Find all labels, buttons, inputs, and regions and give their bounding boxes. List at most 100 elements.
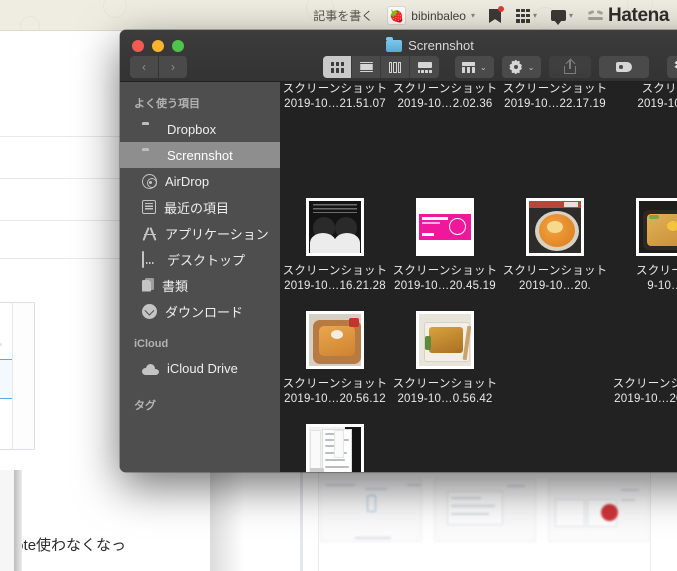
file-name-line2: 2019-10…20.56.12	[284, 393, 386, 405]
sidebar-item-airdrop[interactable]: AirDrop	[120, 168, 280, 194]
view-mode-segmented-control[interactable]	[323, 56, 439, 78]
apps-button[interactable]: ▾	[516, 8, 538, 23]
file-name-line1: スクリーンショット	[612, 378, 677, 390]
grid-icon	[330, 61, 344, 73]
desktop-icon	[142, 250, 159, 268]
chevron-down-icon: ▾	[533, 11, 538, 20]
sidebar-item-desktop[interactable]: デスクトップ	[120, 246, 280, 272]
grid-icon	[516, 8, 530, 23]
group-by-button[interactable]: ⌄	[455, 56, 494, 78]
action-menu-button[interactable]: ⌄	[501, 56, 542, 78]
file-item[interactable]: スクリーンショット 2019-10…20.56.12	[280, 308, 390, 421]
background-screenshot-card	[0, 302, 35, 450]
file-item[interactable]: スクリーンショット 2019-10…21.51.07	[280, 82, 390, 195]
file-name-line1: スクリーンショット	[282, 83, 388, 95]
file-item[interactable]: スクリーンショット 2019-10…20.	[500, 195, 610, 308]
sidebar-item-label: ダウンロード	[165, 304, 244, 320]
sidebar-item-applications[interactable]: アプリケーション	[120, 220, 280, 246]
file-grid-area[interactable]: スクリーンショット 2019-10…21.51.07 スクリーンショット 201…	[280, 82, 677, 472]
list-view-button[interactable]	[352, 56, 381, 78]
sidebar-item-dropbox[interactable]: Dropbox	[120, 116, 280, 142]
file-item[interactable]: スクリー 2019-10…	[610, 82, 677, 195]
file-name-line1: スクリーンショット	[282, 265, 388, 277]
share-button[interactable]	[549, 56, 592, 78]
column-view-button[interactable]	[381, 56, 410, 78]
sidebar-section-header-tags: タグ	[134, 400, 156, 412]
sidebar-item-label: AirDrop	[165, 173, 210, 189]
chat-icon	[551, 10, 567, 25]
finder-sidebar[interactable]: よく使う項目 Dropbox Scrennshot AirDrop 最近の項目 …	[120, 82, 280, 472]
sidebar-section-header-icloud: iCloud	[134, 338, 169, 350]
forward-button[interactable]: ›	[159, 56, 187, 78]
file-name-line2: 9-10…	[647, 280, 677, 292]
column-icon	[388, 61, 402, 73]
file-name-line2: 2019-10…16.21.28	[284, 280, 386, 292]
file-name-line1: スクリーンショット	[392, 378, 498, 390]
background-thumbnail-strip	[320, 478, 650, 542]
background-thumbnail	[320, 478, 422, 542]
file-item[interactable]: スクリーン 9-10…	[610, 195, 677, 308]
file-name-line2: 2019-10…20.45.19	[394, 280, 496, 292]
file-item-dragging[interactable]: スクリーンショット 2019-10…20.57.52	[610, 308, 677, 421]
notifications-button[interactable]: ▾	[551, 10, 574, 25]
gallery-icon	[417, 61, 432, 73]
sidebar-item-label: 最近の項目	[164, 200, 230, 216]
gallery-view-button[interactable]	[410, 56, 439, 78]
page-column-divider-2	[318, 470, 319, 571]
hatena-mark-icon	[587, 9, 604, 22]
sidebar-item-label: アプリケーション	[165, 226, 269, 242]
sidebar-item-label: 書類	[162, 278, 189, 294]
user-menu[interactable]: 🍓 bibinbaleo ▾	[387, 6, 475, 25]
file-name-line2: 2019-10…21.51.07	[284, 98, 386, 110]
sidebar-item-scrennshot[interactable]: Scrennshot	[120, 142, 280, 168]
back-button[interactable]: ‹	[130, 56, 158, 78]
hatena-logo[interactable]: Hatena	[587, 5, 669, 27]
bookmark-button[interactable]	[489, 6, 504, 23]
user-name: bibinbaleo	[411, 8, 466, 23]
file-item[interactable]: スクリーンショット 2019-10…20.45.19	[390, 195, 500, 308]
tag-button[interactable]	[599, 56, 650, 78]
file-item[interactable]: スクリーンショット 2019-10…16.21.28	[280, 195, 390, 308]
file-thumbnail	[306, 311, 364, 369]
share-icon	[564, 60, 577, 74]
finder-titlebar[interactable]: Scrennshot ‹ › ⌄ ⌄	[120, 30, 677, 82]
chevron-down-icon: ⌄	[480, 62, 487, 72]
sidebar-item-label: Dropbox	[167, 121, 217, 137]
file-thumbnail	[306, 198, 364, 256]
chevron-down-icon: ▾	[470, 11, 475, 20]
sidebar-item-label: Scrennshot	[167, 147, 233, 163]
file-item[interactable]: スクリーンショット 2019-10…2.02.36	[390, 82, 500, 195]
finder-toolbar[interactable]: ‹ › ⌄ ⌄	[120, 52, 677, 82]
finder-window[interactable]: Scrennshot ‹ › ⌄ ⌄ よく使う項目 Dropbox Screnn…	[120, 30, 677, 472]
downloads-icon	[142, 303, 157, 319]
file-name-line2: 2019-10…0.56.42	[397, 393, 493, 405]
sidebar-item-icloud-drive[interactable]: iCloud Drive	[120, 355, 280, 381]
chevron-down-icon: ▾	[569, 11, 574, 20]
hatena-wordmark: Hatena	[608, 4, 669, 26]
file-item[interactable]	[500, 308, 610, 421]
sidebar-item-recents[interactable]: 最近の項目	[120, 194, 280, 220]
sidebar-item-downloads[interactable]: ダウンロード	[120, 298, 280, 324]
window-title: Scrennshot	[120, 36, 677, 53]
file-thumbnail	[526, 198, 584, 256]
sidebar-item-documents[interactable]: 書類	[120, 272, 280, 298]
icon-view-button[interactable]	[323, 56, 352, 78]
page-column-divider-3	[650, 470, 651, 571]
file-grid: スクリーンショット 2019-10…21.51.07 スクリーンショット 201…	[280, 82, 677, 472]
folder-icon	[386, 36, 403, 52]
file-item[interactable]: スクリーンショット 2019-10…21.53.34	[280, 421, 390, 472]
file-item[interactable]: スクリーンショット 2019-10…0.56.42	[390, 308, 500, 421]
background-thumbnail	[548, 478, 650, 542]
folder-icon	[142, 148, 159, 163]
write-article-link[interactable]: 記事を書く	[313, 7, 373, 24]
folder-icon	[142, 122, 159, 137]
background-thumbnail	[434, 478, 536, 542]
file-item[interactable]: スクリーンショット 2019-10…22.17.19	[500, 82, 610, 195]
navigation-buttons[interactable]: ‹ ›	[130, 56, 187, 78]
sidebar-item-label: iCloud Drive	[167, 360, 238, 376]
dropbox-button[interactable]: ⌄	[667, 56, 677, 78]
file-name-line1: スクリーン	[636, 265, 677, 277]
sidebar-section-header-favorites: よく使う項目	[134, 98, 200, 110]
window-title-text: Scrennshot	[408, 38, 474, 53]
file-name-line1: スクリーンショット	[502, 265, 608, 277]
